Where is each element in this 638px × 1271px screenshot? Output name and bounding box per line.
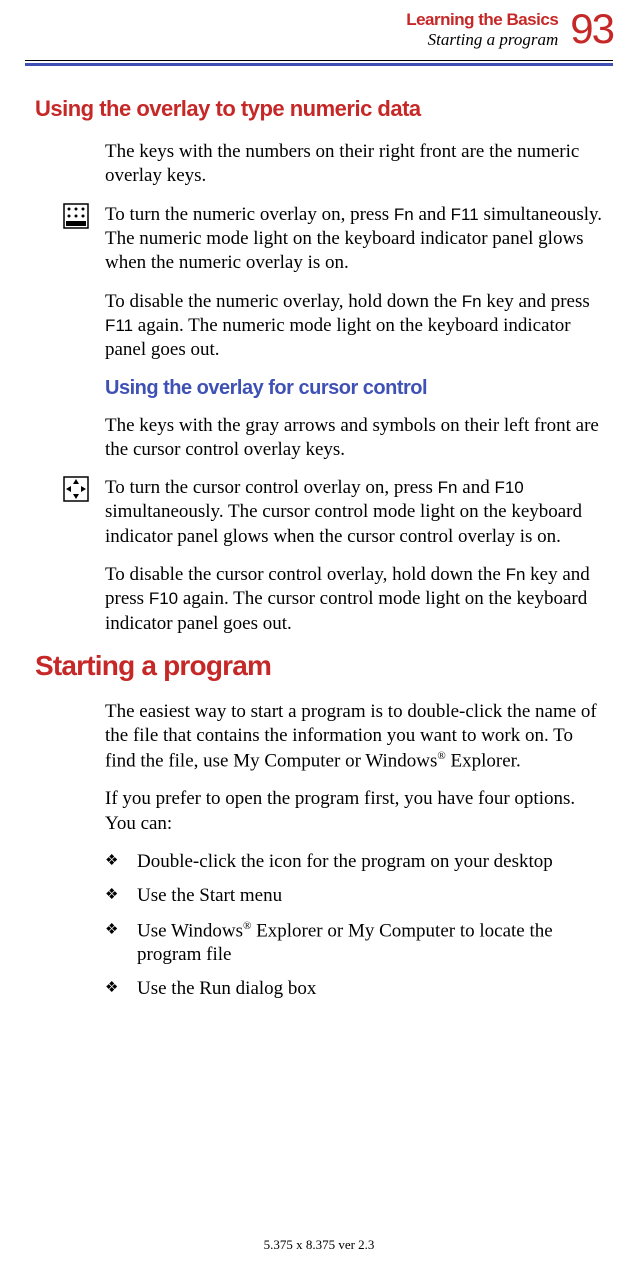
key-f11: F11 bbox=[451, 205, 479, 224]
heading-starting-program: Starting a program bbox=[35, 650, 608, 682]
list-item: ❖ Double-click the icon for the program … bbox=[105, 850, 608, 874]
heading-cursor-control: Using the overlay for cursor control bbox=[105, 377, 608, 400]
diamond-bullet-icon: ❖ bbox=[105, 977, 137, 1000]
text: The easiest way to start a program is to… bbox=[105, 701, 597, 771]
para-numeric-intro: The keys with the numbers on their right… bbox=[105, 140, 608, 189]
header-titles: Learning the Basics Starting a program bbox=[406, 10, 558, 50]
header-divider bbox=[25, 60, 613, 66]
para-four-options: If you prefer to open the program first,… bbox=[105, 787, 608, 836]
key-f10: F10 bbox=[149, 589, 178, 608]
para-cursor-off: To disable the cursor control overlay, h… bbox=[105, 563, 608, 636]
page-footer: 5.375 x 8.375 ver 2.3 bbox=[0, 1237, 638, 1253]
cursor-arrows-icon bbox=[63, 476, 89, 502]
diamond-bullet-icon: ❖ bbox=[105, 850, 137, 873]
heading-numeric-overlay: Using the overlay to type numeric data bbox=[35, 96, 608, 122]
key-f11: F11 bbox=[105, 316, 133, 335]
options-list: ❖ Double-click the icon for the program … bbox=[105, 850, 608, 1002]
page-content: Using the overlay to type numeric data T… bbox=[25, 96, 613, 1002]
key-fn: Fn bbox=[506, 565, 526, 584]
numeric-keypad-icon bbox=[63, 203, 89, 229]
key-f10: F10 bbox=[494, 478, 523, 497]
divider-thick bbox=[25, 63, 613, 66]
para-easiest-way: The easiest way to start a program is to… bbox=[105, 700, 608, 773]
list-item: ❖ Use the Run dialog box bbox=[105, 977, 608, 1001]
list-text: Use the Start menu bbox=[137, 884, 282, 908]
text: To turn the numeric overlay on, press bbox=[105, 204, 394, 225]
text: key and press bbox=[482, 291, 590, 312]
list-item: ❖ Use the Start menu bbox=[105, 884, 608, 908]
para-cursor-on: To turn the cursor control overlay on, p… bbox=[105, 476, 608, 549]
diamond-bullet-icon: ❖ bbox=[105, 919, 137, 942]
text: and bbox=[458, 477, 495, 498]
text: again. The numeric mode light on the key… bbox=[105, 315, 571, 360]
chapter-title: Learning the Basics bbox=[406, 10, 558, 30]
list-item: ❖ Use Windows® Explorer or My Computer t… bbox=[105, 919, 608, 968]
registered-mark: ® bbox=[437, 750, 445, 762]
key-fn: Fn bbox=[394, 205, 414, 224]
page-number: 93 bbox=[570, 10, 613, 48]
list-text: Use the Run dialog box bbox=[137, 977, 316, 1001]
section-subtitle: Starting a program bbox=[406, 30, 558, 50]
para-cursor-intro: The keys with the gray arrows and symbol… bbox=[105, 414, 608, 463]
list-text: Double-click the icon for the program on… bbox=[137, 850, 553, 874]
text: again. The cursor control mode light on … bbox=[105, 588, 587, 633]
icon-row-numeric: To turn the numeric overlay on, press Fn… bbox=[35, 203, 608, 276]
key-fn: Fn bbox=[462, 292, 482, 311]
page-header: Learning the Basics Starting a program 9… bbox=[25, 10, 613, 50]
text: To turn the cursor control overlay on, p… bbox=[105, 477, 438, 498]
divider-thin bbox=[25, 60, 613, 61]
icon-row-cursor: To turn the cursor control overlay on, p… bbox=[35, 476, 608, 549]
diamond-bullet-icon: ❖ bbox=[105, 884, 137, 907]
text: simultaneously. The cursor control mode … bbox=[105, 501, 582, 546]
key-fn: Fn bbox=[438, 478, 458, 497]
list-text: Use Windows® Explorer or My Computer to … bbox=[137, 919, 608, 968]
text: To disable the cursor control overlay, h… bbox=[105, 564, 506, 585]
para-numeric-off: To disable the numeric overlay, hold dow… bbox=[105, 290, 608, 363]
text: and bbox=[414, 204, 451, 225]
text: Use Windows bbox=[137, 920, 243, 941]
text: Explorer. bbox=[446, 750, 521, 771]
text: To disable the numeric overlay, hold dow… bbox=[105, 291, 462, 312]
para-numeric-on: To turn the numeric overlay on, press Fn… bbox=[105, 203, 608, 276]
